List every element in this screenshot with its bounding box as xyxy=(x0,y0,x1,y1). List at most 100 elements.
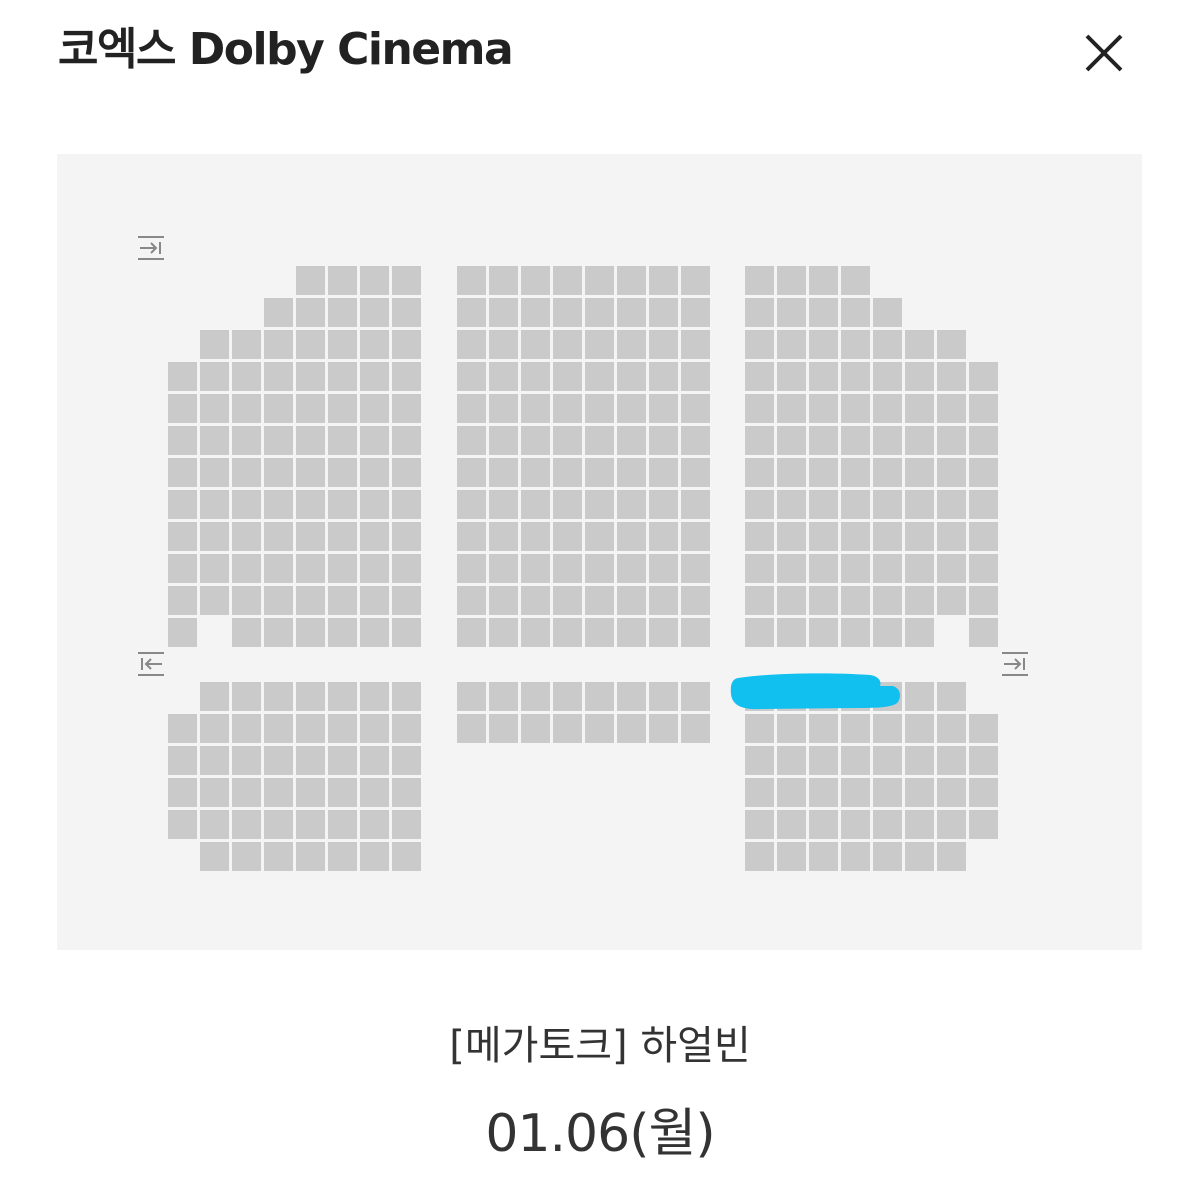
seat[interactable] xyxy=(841,618,870,647)
seat[interactable] xyxy=(873,682,902,711)
seat[interactable] xyxy=(457,298,486,327)
seat[interactable] xyxy=(681,682,710,711)
seat[interactable] xyxy=(873,746,902,775)
seat[interactable] xyxy=(937,490,966,519)
seat[interactable] xyxy=(457,554,486,583)
seat[interactable] xyxy=(905,330,934,359)
seat[interactable] xyxy=(328,842,357,871)
seat[interactable] xyxy=(745,714,774,743)
seat[interactable] xyxy=(905,522,934,551)
seat[interactable] xyxy=(521,266,550,295)
seat[interactable] xyxy=(553,554,582,583)
seat[interactable] xyxy=(809,778,838,807)
seat[interactable] xyxy=(969,458,998,487)
seat[interactable] xyxy=(585,618,614,647)
seat[interactable] xyxy=(264,842,293,871)
seat[interactable] xyxy=(905,426,934,455)
seat[interactable] xyxy=(745,618,774,647)
seat[interactable] xyxy=(745,778,774,807)
seat[interactable] xyxy=(969,586,998,615)
seat[interactable] xyxy=(585,522,614,551)
seat[interactable] xyxy=(392,778,421,807)
seat[interactable] xyxy=(392,586,421,615)
seat[interactable] xyxy=(489,586,518,615)
seat[interactable] xyxy=(232,842,261,871)
seat[interactable] xyxy=(841,746,870,775)
seat[interactable] xyxy=(745,394,774,423)
seat[interactable] xyxy=(360,490,389,519)
seat[interactable] xyxy=(521,394,550,423)
seat[interactable] xyxy=(809,842,838,871)
seat[interactable] xyxy=(585,426,614,455)
seat[interactable] xyxy=(489,458,518,487)
seat[interactable] xyxy=(745,266,774,295)
seat[interactable] xyxy=(969,810,998,839)
seat[interactable] xyxy=(360,842,389,871)
seat[interactable] xyxy=(360,746,389,775)
seat[interactable] xyxy=(296,714,325,743)
seat[interactable] xyxy=(745,522,774,551)
seat[interactable] xyxy=(649,714,678,743)
seat[interactable] xyxy=(649,298,678,327)
seat[interactable] xyxy=(360,362,389,391)
seat[interactable] xyxy=(681,554,710,583)
seat[interactable] xyxy=(232,362,261,391)
seat[interactable] xyxy=(489,714,518,743)
seat[interactable] xyxy=(617,426,646,455)
seat[interactable] xyxy=(745,362,774,391)
seat[interactable] xyxy=(649,458,678,487)
seat[interactable] xyxy=(937,554,966,583)
seat[interactable] xyxy=(457,490,486,519)
seat[interactable] xyxy=(969,426,998,455)
seat[interactable] xyxy=(328,490,357,519)
seat[interactable] xyxy=(200,554,229,583)
seat[interactable] xyxy=(937,426,966,455)
seat[interactable] xyxy=(457,522,486,551)
seat[interactable] xyxy=(777,394,806,423)
seat[interactable] xyxy=(264,330,293,359)
seat[interactable] xyxy=(617,618,646,647)
seat[interactable] xyxy=(649,394,678,423)
seat[interactable] xyxy=(809,682,838,711)
seat[interactable] xyxy=(553,618,582,647)
seat[interactable] xyxy=(617,682,646,711)
seat[interactable] xyxy=(360,554,389,583)
seat[interactable] xyxy=(777,426,806,455)
seat[interactable] xyxy=(809,458,838,487)
seat[interactable] xyxy=(328,426,357,455)
seat[interactable] xyxy=(873,362,902,391)
seat[interactable] xyxy=(328,714,357,743)
seat[interactable] xyxy=(585,362,614,391)
seat[interactable] xyxy=(457,586,486,615)
seat[interactable] xyxy=(809,618,838,647)
seat[interactable] xyxy=(905,682,934,711)
seat[interactable] xyxy=(905,778,934,807)
seat[interactable] xyxy=(809,810,838,839)
seat[interactable] xyxy=(489,554,518,583)
seat[interactable] xyxy=(553,682,582,711)
seat[interactable] xyxy=(873,778,902,807)
seat[interactable] xyxy=(841,714,870,743)
seat[interactable] xyxy=(809,522,838,551)
seat[interactable] xyxy=(489,330,518,359)
seat[interactable] xyxy=(232,394,261,423)
seat[interactable] xyxy=(489,394,518,423)
seat[interactable] xyxy=(841,266,870,295)
seat[interactable] xyxy=(777,842,806,871)
seat[interactable] xyxy=(681,394,710,423)
seat[interactable] xyxy=(489,362,518,391)
seat[interactable] xyxy=(745,746,774,775)
seat[interactable] xyxy=(168,490,197,519)
seat[interactable] xyxy=(296,490,325,519)
seat[interactable] xyxy=(296,362,325,391)
seat[interactable] xyxy=(585,298,614,327)
seat[interactable] xyxy=(841,778,870,807)
seat[interactable] xyxy=(296,394,325,423)
seat[interactable] xyxy=(681,362,710,391)
seat[interactable] xyxy=(392,394,421,423)
seat[interactable] xyxy=(328,618,357,647)
seat[interactable] xyxy=(937,362,966,391)
seat[interactable] xyxy=(489,426,518,455)
seat[interactable] xyxy=(777,778,806,807)
seat[interactable] xyxy=(841,330,870,359)
